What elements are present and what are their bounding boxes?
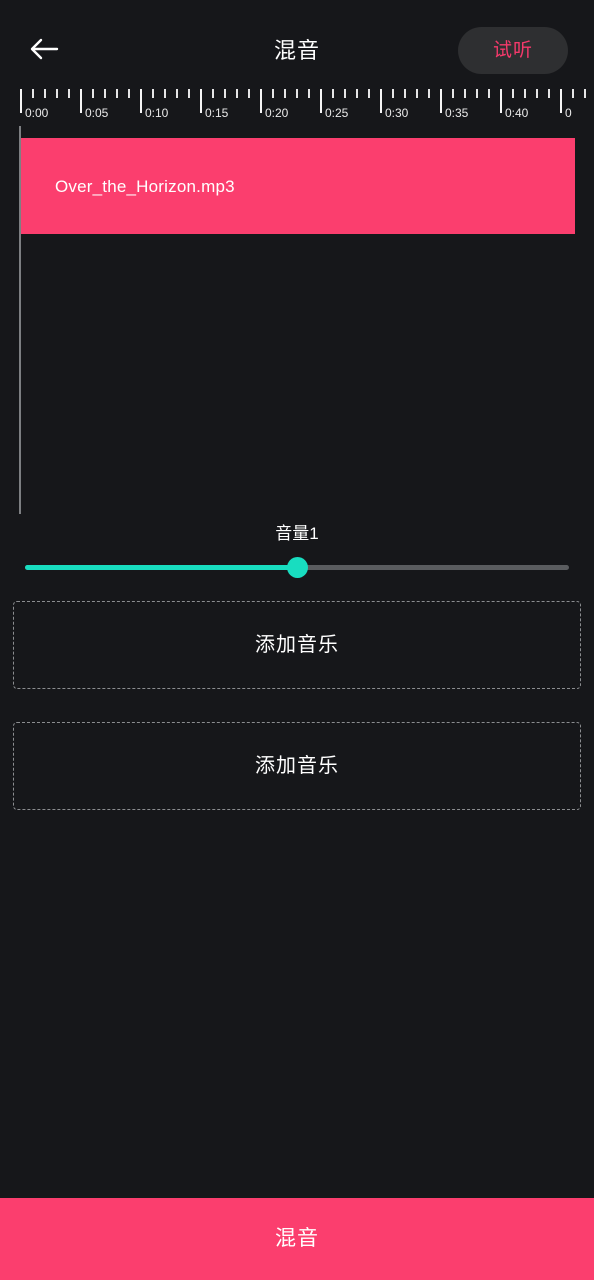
ruler-tick-minor xyxy=(116,89,118,98)
add-music-list: 添加音乐 添加音乐 xyxy=(0,594,594,810)
mix-action-label: 混音 xyxy=(275,1227,319,1250)
timeline-track-area[interactable]: Over_the_Horizon.mp3 xyxy=(0,126,594,514)
ruler-tick-minor xyxy=(296,89,298,98)
ruler-tick-label: 0:10 xyxy=(145,106,169,120)
ruler-tick-minor xyxy=(476,89,478,98)
ruler-tick-major xyxy=(140,89,142,113)
ruler-tick-minor xyxy=(584,89,586,98)
ruler-tick-minor xyxy=(344,89,346,98)
ruler-tick-minor xyxy=(32,89,34,98)
ruler-tick-label: 0:35 xyxy=(445,106,469,120)
add-music-button-1[interactable]: 添加音乐 xyxy=(13,601,581,689)
volume-slider-fill xyxy=(25,565,297,570)
ruler-tick-label: 0 xyxy=(565,106,572,120)
ruler-tick-minor xyxy=(368,89,370,98)
ruler-tick-minor xyxy=(104,89,106,98)
volume-section: 音量1 xyxy=(0,514,594,594)
ruler-tick-minor xyxy=(284,89,286,98)
timeline-ruler[interactable]: 0:00 0:05 0:10 0:15 0:20 0:25 0:30 0:35 0:40 0 xyxy=(0,88,594,126)
volume-label: 音量1 xyxy=(275,524,319,543)
ruler-tick-minor xyxy=(356,89,358,98)
ruler-tick-minor xyxy=(464,89,466,98)
ruler-tick-minor xyxy=(176,89,178,98)
preview-button[interactable]: 试听 xyxy=(458,27,568,74)
ruler-tick-minor xyxy=(524,89,526,98)
ruler-tick-label: 0:40 xyxy=(505,106,529,120)
ruler-tick-minor xyxy=(236,89,238,98)
ruler-tick-minor xyxy=(44,89,46,98)
ruler-tick-label: 0:00 xyxy=(25,106,49,120)
ruler-tick-minor xyxy=(92,89,94,98)
ruler-tick-minor xyxy=(188,89,190,98)
ruler-tick-major xyxy=(200,89,202,113)
ruler-tick-major xyxy=(260,89,262,113)
ruler-tick-minor xyxy=(392,89,394,98)
mix-audio-screen: 混音 试听 0:00 0:05 0:10 0:15 0:20 0:25 0:30 0:35 0:… xyxy=(0,0,594,1280)
ruler-tick-minor xyxy=(164,89,166,98)
app-header: 混音 试听 xyxy=(0,0,594,88)
ruler-tick-label: 0:15 xyxy=(205,106,229,120)
volume-slider-thumb[interactable] xyxy=(287,557,308,578)
add-music-button-2[interactable]: 添加音乐 xyxy=(13,722,581,810)
ruler-tick-label: 0:25 xyxy=(325,106,349,120)
ruler-tick-minor xyxy=(212,89,214,98)
ruler-tick-minor xyxy=(248,89,250,98)
ruler-tick-major xyxy=(80,89,82,113)
ruler-tick-label: 0:05 xyxy=(85,106,109,120)
ruler-tick-minor xyxy=(428,89,430,98)
ruler-tick-minor xyxy=(572,89,574,98)
ruler-tick-minor xyxy=(152,89,154,98)
ruler-tick-minor xyxy=(224,89,226,98)
ruler-tick-major xyxy=(560,89,562,113)
ruler-tick-minor xyxy=(452,89,454,98)
ruler-tick-minor xyxy=(68,89,70,98)
ruler-tick-minor xyxy=(488,89,490,98)
ruler-tick-minor xyxy=(404,89,406,98)
ruler-tick-minor xyxy=(308,89,310,98)
ruler-tick-minor xyxy=(56,89,58,98)
ruler-tick-major xyxy=(320,89,322,113)
ruler-tick-major xyxy=(500,89,502,113)
ruler-tick-minor xyxy=(128,89,130,98)
ruler-tick-minor xyxy=(548,89,550,98)
ruler-tick-major xyxy=(20,89,22,113)
preview-button-label: 试听 xyxy=(492,39,533,61)
mix-action-button[interactable]: 混音 xyxy=(0,1198,594,1280)
audio-clip-over-the-horizon[interactable]: Over_the_Horizon.mp3 xyxy=(21,138,575,234)
ruler-tick-minor xyxy=(416,89,418,98)
ruler-tick-minor xyxy=(332,89,334,98)
ruler-tick-label: 0:20 xyxy=(265,106,289,120)
ruler-tick-major xyxy=(440,89,442,113)
ruler-tick-minor xyxy=(512,89,514,98)
ruler-tick-minor xyxy=(272,89,274,98)
ruler-tick-minor xyxy=(536,89,538,98)
audio-clip-label: Over_the_Horizon.mp3 xyxy=(55,177,235,196)
add-music-label-2: 添加音乐 xyxy=(255,755,339,777)
add-music-label-1: 添加音乐 xyxy=(255,634,339,656)
volume-slider[interactable] xyxy=(25,556,569,580)
ruler-tick-major xyxy=(380,89,382,113)
ruler-tick-label: 0:30 xyxy=(385,106,409,120)
